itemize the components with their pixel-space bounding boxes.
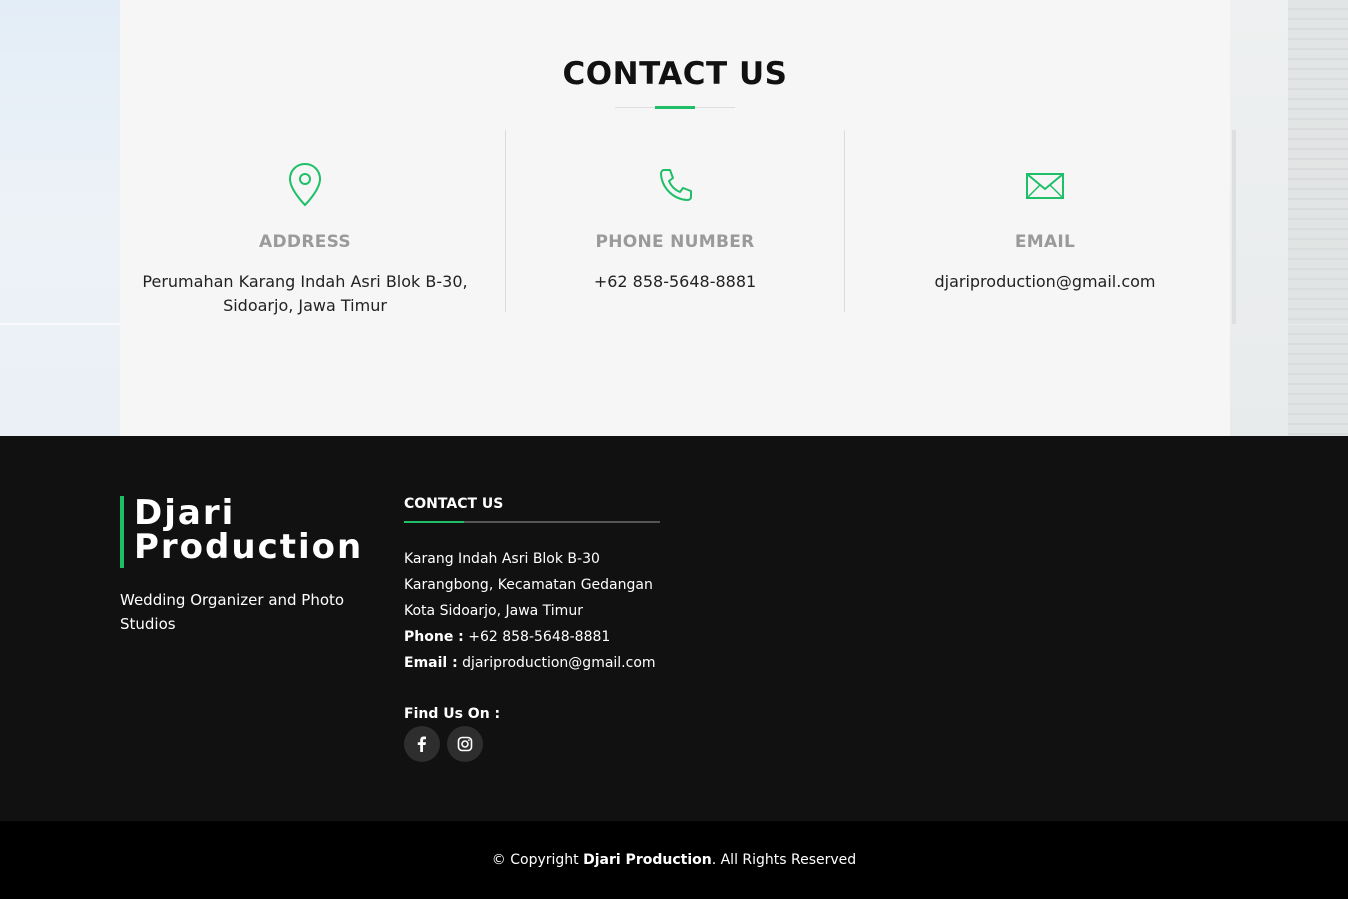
phone-block: PHONE NUMBER +62 858-5648-8881: [505, 130, 845, 312]
footer-phone: Phone : +62 858-5648-8881: [404, 624, 664, 650]
contact-title: CONTACT US: [562, 56, 788, 92]
footer-email-value: djariproduction@gmail.com: [462, 655, 656, 671]
footer: Djari Production Wedding Organizer and P…: [0, 436, 1348, 821]
building-image: [1288, 0, 1348, 324]
email-label: EMAIL: [1014, 232, 1076, 252]
brand-tagline: Wedding Organizer and Photo Studios: [120, 591, 345, 633]
brand-name-line-2: Production: [134, 527, 364, 567]
copyright-brand: Djari Production: [583, 852, 712, 868]
footer-address-line-2: Karangbong, Kecamatan Gedangan: [404, 577, 653, 593]
instagram-icon: [457, 736, 473, 752]
address-text: Perumahan Karang Indah Asri Blok B-30, S…: [135, 270, 475, 318]
envelope-icon: [1026, 173, 1064, 199]
brand-name: Djari Production: [134, 496, 384, 564]
contact-panel: CONTACT US ADDRESS Perumahan Karang Inda…: [120, 0, 1230, 436]
phone-value: +62 858-5648-8881: [593, 272, 757, 291]
background-sky-left: [0, 0, 120, 436]
footer-phone-label: Phone :: [404, 629, 464, 645]
find-us-label: Find Us On :: [404, 706, 501, 722]
instagram-button[interactable]: [447, 726, 483, 762]
footer-contact-accent: [404, 521, 464, 523]
phone-label: PHONE NUMBER: [595, 232, 755, 252]
footer-contact-title: CONTACT US: [404, 496, 504, 512]
email-value: djariproduction@gmail.com: [934, 272, 1156, 291]
copyright-suffix: . All Rights Reserved: [711, 852, 857, 868]
copyright-text: © Copyright Djari Production. All Rights…: [0, 852, 1348, 868]
footer-email-label: Email :: [404, 655, 458, 671]
footer-email: Email : djariproduction@gmail.com: [404, 650, 664, 676]
pole-image: [1232, 130, 1236, 324]
building-image-lower: [1288, 325, 1348, 436]
map-pin-icon: [288, 162, 322, 207]
brand-accent-bar: [120, 496, 124, 568]
address-block: ADDRESS Perumahan Karang Indah Asri Blok…: [135, 130, 475, 315]
brand-name-line-1: Djari: [134, 493, 236, 533]
address-line-1: Perumahan Karang Indah Asri Blok B-30,: [142, 272, 468, 291]
footer-bottom-bar: © Copyright Djari Production. All Rights…: [0, 821, 1348, 899]
copyright-prefix: © Copyright: [491, 852, 579, 868]
facebook-button[interactable]: [404, 726, 440, 762]
address-label: ADDRESS: [259, 232, 351, 252]
title-accent-bar: [655, 106, 695, 109]
footer-address-line-1: Karang Indah Asri Blok B-30: [404, 551, 600, 567]
footer-address-line-3: Kota Sidoarjo, Jawa Timur: [404, 603, 583, 619]
footer-phone-value: +62 858-5648-8881: [468, 629, 611, 645]
address-line-2: Sidoarjo, Jawa Timur: [223, 296, 387, 315]
facebook-icon: [417, 736, 426, 752]
phone-icon: [660, 169, 692, 201]
contact-section: CONTACT US ADDRESS Perumahan Karang Inda…: [0, 0, 1348, 436]
email-block: EMAIL djariproduction@gmail.com: [875, 130, 1215, 312]
footer-contact-details: Karang Indah Asri Blok B-30 Karangbong, …: [404, 546, 664, 676]
